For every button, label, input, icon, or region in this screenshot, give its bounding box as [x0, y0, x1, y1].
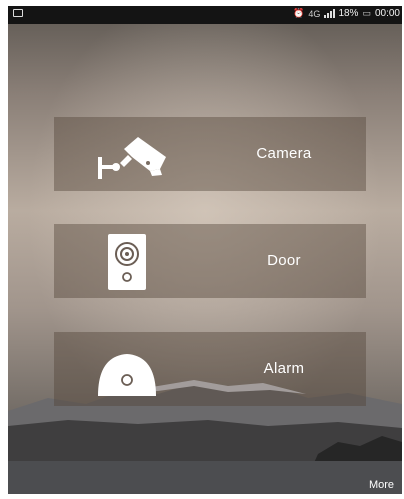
security-camera-icon — [98, 137, 166, 179]
menu-item-camera[interactable]: Camera — [54, 117, 366, 191]
doorbell-icon — [108, 234, 146, 290]
phone-screen: ⏰ 4G 18% ▭ 00:00 Camera Door Alarm More — [8, 6, 402, 494]
more-button[interactable]: More — [369, 479, 394, 491]
network-label: 4G — [308, 8, 321, 19]
battery-percentage: 18% — [338, 8, 359, 19]
menu-item-label: Camera — [256, 145, 312, 162]
menu-item-label: Door — [267, 252, 301, 269]
status-time: 00:00 — [374, 8, 400, 19]
signal-icon — [324, 9, 336, 18]
alarm-sensor-icon — [98, 354, 156, 396]
menu-item-label: Alarm — [263, 360, 305, 377]
battery-icon: ▭ — [362, 8, 371, 18]
alarm-clock-icon: ⏰ — [293, 8, 305, 18]
notification-icon — [13, 9, 23, 17]
menu-item-alarm[interactable]: Alarm — [54, 332, 366, 406]
menu-item-door[interactable]: Door — [54, 224, 366, 298]
status-bar: ⏰ 4G 18% ▭ 00:00 — [8, 6, 402, 24]
